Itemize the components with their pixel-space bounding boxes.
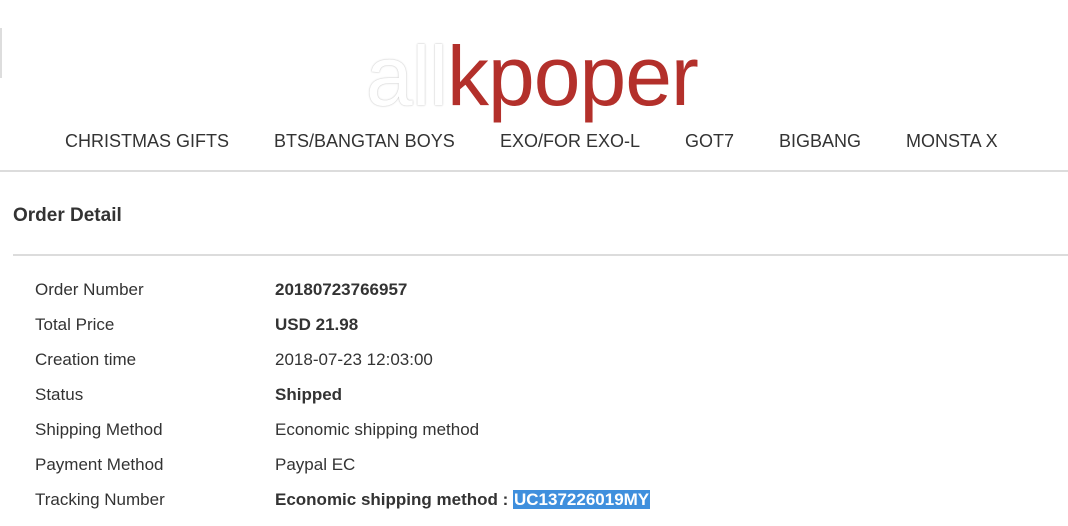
detail-row-status: Status Shipped <box>0 385 1068 420</box>
shipping-method-label: Shipping Method <box>35 420 163 439</box>
tracking-shipping-method-text: Economic shipping method : <box>275 490 513 509</box>
shipping-method-value: Economic shipping method <box>275 420 480 439</box>
site-logo[interactable]: all kpoper <box>366 28 699 123</box>
nav-item-christmas-gifts[interactable]: CHRISTMAS GIFTS <box>65 131 229 152</box>
detail-row-total-price: Total Price USD 21.98 <box>0 315 1068 350</box>
detail-row-shipping-method: Shipping Method Economic shipping method <box>0 420 1068 455</box>
status-value: Shipped <box>275 385 343 404</box>
main-navigation: CHRISTMAS GIFTS BTS/BANGTAN BOYS EXO/FOR… <box>0 124 1068 172</box>
logo-text-kpoper: kpoper <box>447 29 699 123</box>
page: all kpoper CHRISTMAS GIFTS BTS/BANGTAN BO… <box>0 0 1068 526</box>
nav-item-bigbang[interactable]: BIGBANG <box>779 131 861 152</box>
status-label: Status <box>35 385 84 404</box>
tracking-code-selected[interactable]: UC137226019MY <box>513 490 651 509</box>
payment-method-value: Paypal EC <box>275 455 356 474</box>
detail-row-tracking-number: Tracking Number Economic shipping method… <box>0 490 1068 525</box>
nav-item-monsta-x[interactable]: MONSTA X <box>906 131 998 152</box>
creation-time-label: Creation time <box>35 350 137 369</box>
left-edge-divider <box>0 28 2 78</box>
nav-item-exo[interactable]: EXO/FOR EXO-L <box>500 131 640 152</box>
title-divider <box>13 254 1068 256</box>
detail-row-order-number: Order Number 20180723766957 <box>0 280 1068 315</box>
total-price-label: Total Price <box>35 315 115 334</box>
total-price-value: USD 21.98 <box>275 315 359 334</box>
order-number-label: Order Number <box>35 280 144 299</box>
creation-time-value: 2018-07-23 12:03:00 <box>275 350 433 369</box>
order-number-value: 20180723766957 <box>275 280 408 299</box>
payment-method-label: Payment Method <box>35 455 164 474</box>
nav-item-got7[interactable]: GOT7 <box>685 131 734 152</box>
tracking-number-label: Tracking Number <box>35 490 165 509</box>
tracking-number-value: Economic shipping method : UC137226019MY <box>275 490 651 510</box>
page-title: Order Detail <box>13 205 122 226</box>
detail-row-payment-method: Payment Method Paypal EC <box>0 455 1068 490</box>
logo-text-all: all <box>366 29 448 123</box>
nav-item-bts[interactable]: BTS/BANGTAN BOYS <box>274 131 455 152</box>
detail-row-creation-time: Creation time 2018-07-23 12:03:00 <box>0 350 1068 385</box>
